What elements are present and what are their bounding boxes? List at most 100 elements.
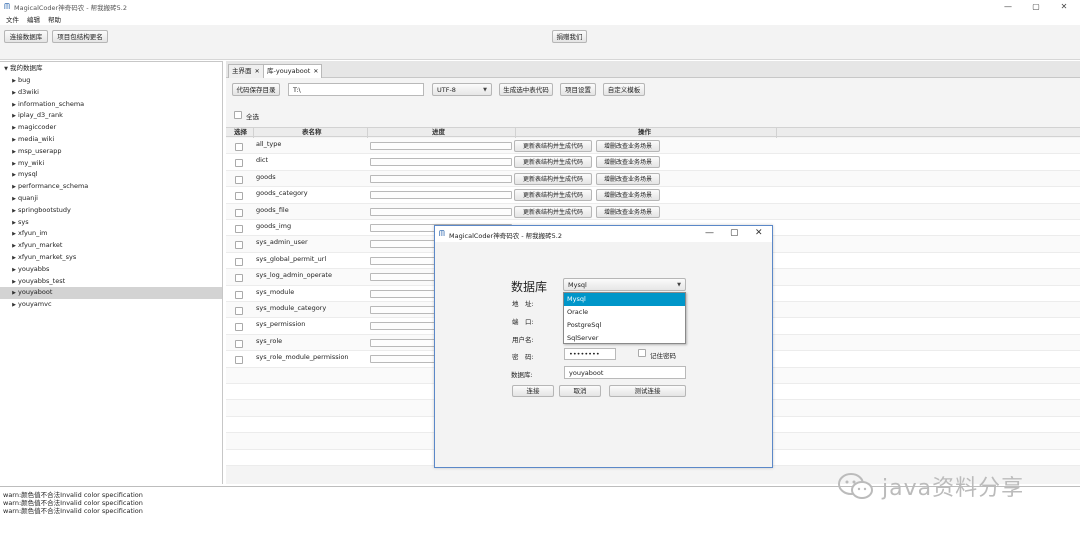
crud-scenario-button[interactable]: 增删改查业务场景	[596, 172, 660, 185]
update-and-generate-button[interactable]: 更新表结构并生成代码	[514, 156, 592, 169]
connect-db-button[interactable]: 连接数据库	[4, 30, 48, 43]
tree-item-label: iplay_d3_rank	[18, 111, 63, 120]
progress-bar	[370, 174, 512, 183]
update-and-generate-button[interactable]: 更新表结构并生成代码	[514, 189, 592, 202]
table-name: sys_role_module_permission	[256, 353, 349, 362]
menu-edit[interactable]: 编辑	[27, 14, 40, 24]
test-connection-button[interactable]: 测试连接	[609, 385, 686, 397]
rename-package-button[interactable]: 项目包结构更名	[52, 30, 108, 43]
row-checkbox[interactable]	[235, 274, 243, 283]
tree-item-youyabbs[interactable]: ▶ youyabbs	[0, 264, 222, 276]
remember-password-label: 记住密码	[650, 352, 676, 360]
tree-item-youyamvc[interactable]: ▶ youyamvc	[0, 299, 222, 311]
db-type-select[interactable]: Mysql ▼	[563, 278, 686, 291]
tree-item-d3wiki[interactable]: ▶ d3wiki	[0, 87, 222, 99]
tree-item-iplay_d3_rank[interactable]: ▶ iplay_d3_rank	[0, 110, 222, 122]
tab-youyaboot[interactable]: 库-youyaboot ✕	[263, 64, 323, 78]
tree-item-sys[interactable]: ▶ sys	[0, 217, 222, 229]
dbname-field[interactable]: youyaboot	[564, 366, 686, 379]
encoding-select[interactable]: UTF-8 ▼	[432, 83, 492, 96]
password-label: 密 码:	[512, 353, 534, 361]
tree-item-magiccoder[interactable]: ▶ magiccoder	[0, 122, 222, 134]
dialog-close-button[interactable]: ✕	[755, 228, 763, 238]
row-checkbox[interactable]	[235, 241, 243, 250]
crud-scenario-button[interactable]: 增删改查业务场景	[596, 140, 660, 152]
address-label: 地 址:	[512, 300, 534, 308]
menu-help[interactable]: 帮助	[48, 14, 61, 24]
db-option-mysql[interactable]: Mysql	[564, 293, 685, 306]
update-and-generate-button[interactable]: 更新表结构并生成代码	[514, 172, 592, 185]
tree-item-label: bug	[18, 76, 31, 84]
tree-item-xfyun_im[interactable]: ▶ xfyun_im	[0, 228, 222, 240]
cancel-button[interactable]: 取消	[559, 385, 601, 397]
row-checkbox[interactable]	[235, 356, 243, 365]
generate-selected-button[interactable]: 生成选中表代码	[499, 83, 553, 96]
row-checkbox[interactable]	[235, 290, 243, 299]
tab-main[interactable]: 主界面 ✕	[228, 64, 264, 78]
update-and-generate-button[interactable]: 更新表结构并生成代码	[514, 140, 592, 152]
col-divider	[367, 128, 368, 138]
tree-item-label: msp_userapp	[18, 146, 62, 155]
tree-item-springbootstudy[interactable]: ▶ springbootstudy	[0, 205, 222, 217]
tree-item-xfyun_market_sys[interactable]: ▶ xfyun_market_sys	[0, 252, 222, 264]
minimize-button[interactable]: —	[994, 0, 1022, 13]
project-settings-button[interactable]: 项目设置	[560, 83, 596, 96]
tree-item-quanji[interactable]: ▶ quanji	[0, 193, 222, 205]
connect-button[interactable]: 连接	[512, 385, 554, 397]
progress-bar	[370, 142, 512, 150]
tree-item-performance_schema[interactable]: ▶ performance_schema	[0, 181, 222, 193]
select-all-checkbox[interactable]	[234, 111, 242, 119]
row-checkbox[interactable]	[235, 225, 243, 233]
tree-item-youyaboot[interactable]: ▶ youyaboot	[0, 287, 222, 300]
row-checkbox[interactable]	[235, 208, 243, 217]
dialog-minimize-button[interactable]: —	[705, 228, 714, 238]
remember-password-checkbox[interactable]	[638, 349, 646, 357]
database-tree: ▼ 我的数据库 ▶ bug ▶ d3wiki ▶ information_schema ▶ ip…	[0, 61, 223, 484]
row-checkbox[interactable]	[235, 307, 243, 315]
crud-scenario-button[interactable]: 增删改查业务场景	[596, 205, 660, 218]
tree-item-youyabbs_test[interactable]: ▶ youyabbs_test	[0, 276, 222, 288]
crud-scenario-button[interactable]: 增删改查业务场景	[596, 156, 660, 169]
tree-item-msp_userapp[interactable]: ▶ msp_userapp	[0, 146, 222, 158]
tree-item-label: youyabbs_test	[18, 276, 66, 285]
code-dir-input[interactable]: T:\	[288, 83, 424, 96]
tree-item-label: quanji	[18, 194, 38, 202]
password-field[interactable]: ••••••••	[564, 348, 616, 360]
dialog-titlebar: ᗰ MagicalCoder神奇码农 - 帮我搬砖5.2 — ▢ ✕	[435, 226, 772, 242]
row-checkbox[interactable]	[235, 192, 243, 201]
row-checkbox[interactable]	[235, 257, 243, 266]
close-button[interactable]: ✕	[1050, 0, 1078, 13]
table-name: sys_permission	[256, 320, 306, 329]
tab-close-icon[interactable]: ✕	[313, 68, 318, 75]
tree-item-information_schema[interactable]: ▶ information_schema	[0, 99, 222, 111]
code-dir-button[interactable]: 代码保存目录	[232, 83, 280, 96]
maximize-button[interactable]: ▢	[1022, 0, 1050, 13]
update-and-generate-button[interactable]: 更新表结构并生成代码	[514, 205, 592, 218]
table-row: goods 更新表结构并生成代码 增删改查业务场景	[226, 170, 1080, 188]
expand-right-icon[interactable]: ▶	[10, 300, 18, 312]
tree-item-label: springbootstudy	[18, 205, 71, 214]
crud-scenario-button[interactable]: 增删改查业务场景	[596, 189, 660, 202]
row-checkbox[interactable]	[235, 159, 243, 168]
window-titlebar: ᗰ MagicalCoder神奇码农 - 帮我搬砖5.2 — ▢ ✕	[0, 0, 1080, 13]
row-checkbox[interactable]	[235, 339, 243, 348]
tree-item-xfyun_market[interactable]: ▶ xfyun_market	[0, 240, 222, 252]
tree-item-bug[interactable]: ▶ bug	[0, 75, 222, 87]
donate-button[interactable]: 捐赠我们	[552, 30, 587, 43]
tree-item-my_wiki[interactable]: ▶ my_wiki	[0, 158, 222, 170]
tree-item-label: youyabbs	[18, 264, 50, 273]
db-option-postgresql[interactable]: PostgreSql	[564, 319, 685, 332]
row-checkbox[interactable]	[235, 143, 243, 151]
tree-root[interactable]: ▼ 我的数据库	[0, 63, 222, 75]
menu-file[interactable]: 文件	[6, 14, 19, 24]
row-checkbox[interactable]	[235, 175, 243, 184]
db-option-oracle[interactable]: Oracle	[564, 306, 685, 319]
row-checkbox[interactable]	[235, 323, 243, 332]
tree-item-label: performance_schema	[18, 182, 89, 191]
db-option-sqlserver[interactable]: SqlServer	[564, 332, 685, 345]
tree-item-mysql[interactable]: ▶ mysql	[0, 169, 222, 181]
dialog-maximize-button[interactable]: ▢	[730, 228, 739, 238]
tree-item-media_wiki[interactable]: ▶ media_wiki	[0, 134, 222, 146]
tab-close-icon[interactable]: ✕	[255, 68, 260, 75]
custom-template-button[interactable]: 自定义模板	[603, 83, 645, 96]
